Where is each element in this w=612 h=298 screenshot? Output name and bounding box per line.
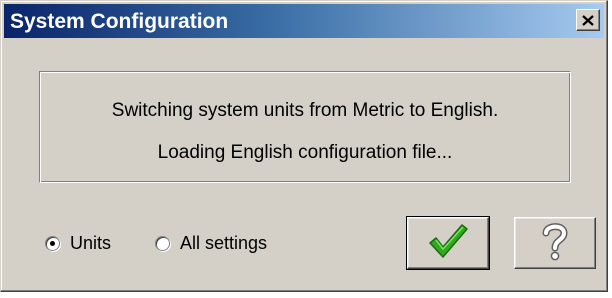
- close-icon: [582, 14, 594, 26]
- loading-message: Loading English configuration file...: [157, 142, 453, 163]
- all-settings-radio-label[interactable]: All settings: [180, 233, 267, 254]
- window-title: System Configuration: [10, 10, 229, 33]
- help-button[interactable]: [514, 217, 596, 269]
- units-radio-label[interactable]: Units: [70, 233, 111, 254]
- radio-selected-dot: [50, 241, 55, 246]
- units-radio-option[interactable]: Units: [45, 233, 111, 254]
- system-configuration-dialog: System Configuration Switching system un…: [0, 0, 608, 292]
- close-button[interactable]: [576, 9, 600, 31]
- title-bar[interactable]: System Configuration: [4, 4, 604, 38]
- units-radio-button[interactable]: [45, 236, 60, 251]
- status-message: Switching system units from Metric to En…: [111, 100, 499, 121]
- ok-button[interactable]: [406, 216, 490, 270]
- message-panel: Switching system units from Metric to En…: [39, 71, 571, 183]
- all-settings-radio-option[interactable]: All settings: [155, 233, 267, 254]
- all-settings-radio-button[interactable]: [155, 236, 170, 251]
- question-mark-icon: [540, 221, 570, 266]
- checkmark-icon: [426, 221, 470, 266]
